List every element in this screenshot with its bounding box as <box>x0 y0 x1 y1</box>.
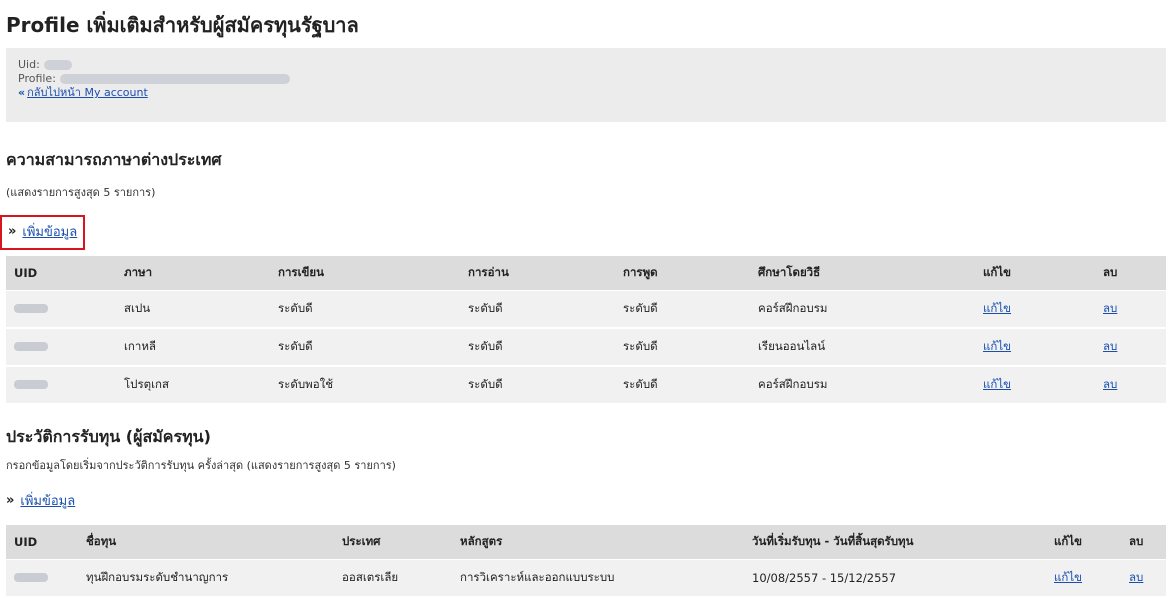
language-section-note: (แสดงรายการสูงสุด 5 รายการ) <box>6 186 156 199</box>
col-period: วันที่เริ่มรับทุน - วันที่สิ้นสุดรับทุน <box>744 525 1046 560</box>
method-cell: คอร์สฝึกอบรม <box>750 290 975 329</box>
col-speaking: การพูด <box>615 256 750 291</box>
uid-cell <box>6 290 116 329</box>
scholarship-table: UID ชื่อทุน ประเทศ หลักสูตร วันที่เริ่มร… <box>6 525 1166 598</box>
scholarship-section-title: ประวัติการรับทุน (ผู้สมัครทุน) <box>6 427 211 446</box>
reading-cell: ระดับดี <box>460 328 615 367</box>
col-uid: UID <box>6 256 116 291</box>
language-table: UID ภาษา การเขียน การอ่าน การพูด ศึกษาโด… <box>6 256 1166 405</box>
speaking-cell: ระดับดี <box>615 366 750 405</box>
col-edit: แก้ไข <box>1046 525 1121 560</box>
col-uid: UID <box>6 525 78 560</box>
language-cell: เกาหลี <box>116 328 270 367</box>
table-row: สเปน ระดับดี ระดับดี ระดับดี คอร์สฝึกอบร… <box>6 290 1166 329</box>
profile-info-box: Uid: Profile: « กลับไปหน้า My account <box>6 48 1166 122</box>
delete-link[interactable]: ลบ <box>1103 377 1117 391</box>
page-title: Profile เพิ่มเติมสำหรับผู้สมัครทุนรัฐบาล <box>6 13 359 37</box>
course-cell: การวิเคราะห์และออกแบบระบบ <box>452 559 744 598</box>
uid-redacted <box>14 304 48 313</box>
writing-cell: ระดับพอใช้ <box>270 366 460 405</box>
uid-redacted <box>43 60 72 70</box>
method-cell: คอร์สฝึกอบรม <box>750 366 975 405</box>
edit-cell: แก้ไข <box>975 366 1095 405</box>
language-section: ความสามารถภาษาต่างประเทศ (แสดงรายการสูงส… <box>0 148 1166 405</box>
col-course: หลักสูตร <box>452 525 744 560</box>
edit-link[interactable]: แก้ไข <box>983 339 1011 353</box>
speaking-cell: ระดับดี <box>615 328 750 367</box>
uid-redacted <box>14 573 48 582</box>
method-cell: เรียนออนไลน์ <box>750 328 975 367</box>
col-language: ภาษา <box>116 256 270 291</box>
delete-cell: ลบ <box>1095 290 1166 329</box>
profile-label: Profile: <box>18 72 56 85</box>
back-chevron-icon: « <box>18 86 26 99</box>
page: Profile เพิ่มเติมสำหรับผู้สมัครทุนรัฐบาล… <box>0 0 1172 598</box>
language-section-title: ความสามารถภาษาต่างประเทศ <box>6 150 222 169</box>
col-country: ประเทศ <box>334 525 452 560</box>
col-edit: แก้ไข <box>975 256 1095 291</box>
col-scholarship-name: ชื่อทุน <box>78 525 334 560</box>
uid-cell <box>6 366 116 405</box>
delete-link[interactable]: ลบ <box>1103 301 1117 315</box>
edit-link[interactable]: แก้ไข <box>1054 570 1082 584</box>
edit-cell: แก้ไข <box>1046 559 1121 598</box>
writing-cell: ระดับดี <box>270 290 460 329</box>
delete-cell: ลบ <box>1121 559 1166 598</box>
scholarship-table-header: UID ชื่อทุน ประเทศ หลักสูตร วันที่เริ่มร… <box>6 525 1166 560</box>
reading-cell: ระดับดี <box>460 366 615 405</box>
col-method: ศึกษาโดยวิธี <box>750 256 975 291</box>
uid-cell <box>6 328 116 367</box>
uid-redacted <box>14 342 48 351</box>
uid-redacted <box>14 380 48 389</box>
scholarship-add-container: » เพิ่มข้อมูล <box>6 490 75 511</box>
col-delete: ลบ <box>1121 525 1166 560</box>
delete-link[interactable]: ลบ <box>1103 339 1117 353</box>
delete-cell: ลบ <box>1095 328 1166 367</box>
profile-row: Profile: <box>18 72 1154 86</box>
col-delete: ลบ <box>1095 256 1166 291</box>
delete-link[interactable]: ลบ <box>1129 570 1143 584</box>
col-reading: การอ่าน <box>460 256 615 291</box>
col-writing: การเขียน <box>270 256 460 291</box>
scholarship-name-cell: ทุนฝึกอบรมระดับชำนาญการ <box>78 559 334 598</box>
back-to-my-account-link[interactable]: กลับไปหน้า My account <box>27 86 148 100</box>
uid-row: Uid: <box>18 58 1154 72</box>
scholarship-section-note: กรอกข้อมูลโดยเริ่มจากประวัติการรับทุน คร… <box>6 459 396 472</box>
double-chevron-right-icon: » <box>8 224 17 239</box>
edit-link[interactable]: แก้ไข <box>983 377 1011 391</box>
reading-cell: ระดับดี <box>460 290 615 329</box>
language-table-header: UID ภาษา การเขียน การอ่าน การพูด ศึกษาโด… <box>6 256 1166 291</box>
uid-cell <box>6 559 78 598</box>
scholarship-add-link[interactable]: เพิ่มข้อมูล <box>20 490 75 511</box>
edit-cell: แก้ไข <box>975 290 1095 329</box>
speaking-cell: ระดับดี <box>615 290 750 329</box>
table-row: เกาหลี ระดับดี ระดับดี ระดับดี เรียนออนไ… <box>6 328 1166 367</box>
table-row: ทุนฝึกอบรมระดับชำนาญการ ออสเตรเลีย การวิ… <box>6 559 1166 598</box>
table-row: โปรตุเกส ระดับพอใช้ ระดับดี ระดับดี คอร์… <box>6 366 1166 405</box>
language-add-container: » เพิ่มข้อมูล <box>0 215 86 250</box>
edit-link[interactable]: แก้ไข <box>983 301 1011 315</box>
uid-label: Uid: <box>18 58 40 71</box>
double-chevron-right-icon: » <box>6 493 15 508</box>
edit-cell: แก้ไข <box>975 328 1095 367</box>
period-cell: 10/08/2557 - 15/12/2557 <box>744 559 1046 598</box>
scholarship-section: ประวัติการรับทุน (ผู้สมัครทุน) กรอกข้อมู… <box>6 425 1166 598</box>
back-row: « กลับไปหน้า My account <box>18 86 1154 100</box>
language-cell: สเปน <box>116 290 270 329</box>
writing-cell: ระดับดี <box>270 328 460 367</box>
language-cell: โปรตุเกส <box>116 366 270 405</box>
delete-cell: ลบ <box>1095 366 1166 405</box>
language-add-link[interactable]: เพิ่มข้อมูล <box>22 221 77 242</box>
country-cell: ออสเตรเลีย <box>334 559 452 598</box>
profile-redacted <box>59 74 290 84</box>
